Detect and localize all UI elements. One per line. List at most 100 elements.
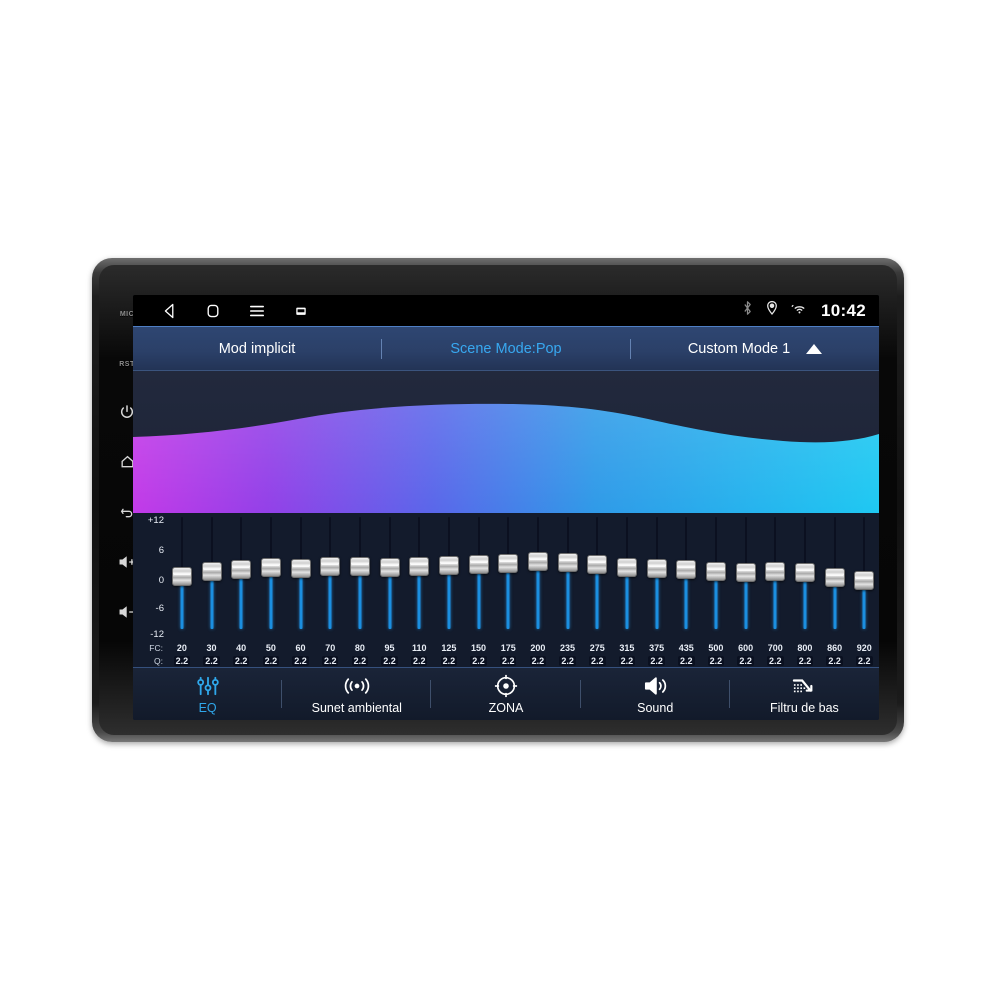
eq-band-thumb[interactable]	[646, 558, 667, 578]
bottom-nav-item-sound[interactable]: Sound	[581, 668, 730, 720]
eq-band-thumb[interactable]	[171, 566, 192, 586]
bottom-nav-label: ZONA	[488, 701, 524, 715]
q-cell[interactable]: 2.2	[493, 655, 523, 666]
mode-custom[interactable]: Custom Mode 1	[631, 341, 879, 357]
eq-band[interactable]	[345, 513, 375, 641]
q-cell[interactable]: 2.2	[197, 655, 227, 666]
eq-band-thumb[interactable]	[735, 562, 756, 582]
q-cell[interactable]: 2.2	[701, 655, 731, 666]
eq-band-thumb[interactable]	[498, 553, 519, 573]
bottom-nav-item-eq[interactable]: EQ	[133, 668, 283, 720]
eq-band[interactable]	[849, 513, 879, 641]
q-cell[interactable]: 2.2	[582, 655, 612, 666]
q-cell[interactable]: 2.2	[820, 655, 850, 666]
q-cell[interactable]: 2.2	[553, 655, 583, 666]
fc-cell: 275	[589, 642, 605, 653]
eq-band[interactable]	[404, 513, 434, 641]
eq-band[interactable]	[701, 513, 731, 641]
eq-band-thumb[interactable]	[616, 558, 637, 578]
eq-band-thumb[interactable]	[587, 555, 608, 575]
eq-band-thumb[interactable]	[557, 552, 578, 572]
eq-band[interactable]	[731, 513, 761, 641]
eq-band-thumb[interactable]	[765, 562, 786, 582]
eq-band[interactable]	[434, 513, 464, 641]
eq-band-thumb[interactable]	[231, 559, 252, 579]
eq-band[interactable]	[167, 513, 197, 641]
eq-band[interactable]	[197, 513, 227, 641]
q-cell[interactable]: 2.2	[464, 655, 494, 666]
eq-band-thumb[interactable]	[854, 571, 875, 591]
eq-band-thumb[interactable]	[824, 567, 845, 587]
eq-band[interactable]	[375, 513, 405, 641]
q-cell[interactable]: 2.2	[790, 655, 820, 666]
eq-band[interactable]	[790, 513, 820, 641]
nav-buttons-group	[133, 295, 323, 326]
bottom-nav-item-filtru-de-bas[interactable]: Filtru de bas	[730, 668, 879, 720]
eq-band[interactable]	[671, 513, 701, 641]
eq-band-thumb[interactable]	[527, 551, 548, 571]
eq-band[interactable]	[493, 513, 523, 641]
q-cell[interactable]: 2.2	[760, 655, 790, 666]
q-value: 2.2	[262, 655, 280, 666]
q-value: 2.2	[588, 655, 606, 666]
q-cell[interactable]: 2.2	[404, 655, 434, 666]
status-clock: 10:42	[821, 300, 866, 320]
eq-band-thumb[interactable]	[705, 562, 726, 582]
mode-default[interactable]: Mod implicit	[133, 341, 381, 357]
q-cell[interactable]: 2.2	[849, 655, 879, 666]
eq-band[interactable]	[760, 513, 790, 641]
eq-band-thumb[interactable]	[794, 562, 815, 582]
eq-band[interactable]	[256, 513, 286, 641]
eq-band[interactable]	[315, 513, 345, 641]
q-cell[interactable]: 2.2	[731, 655, 761, 666]
q-value: 2.2	[678, 655, 695, 666]
q-cell[interactable]: 2.2	[434, 655, 464, 666]
zone-target-icon	[494, 674, 518, 698]
bottom-nav-label: Sunet ambiental	[311, 701, 402, 715]
eq-band[interactable]	[286, 513, 316, 641]
bottom-nav-item-sunet-ambiental[interactable]: Sunet ambiental	[282, 668, 432, 720]
q-cell[interactable]: 2.2	[345, 655, 375, 666]
q-cell[interactable]: 2.2	[315, 655, 345, 666]
eq-band-thumb[interactable]	[290, 558, 311, 578]
eq-band-thumb[interactable]	[409, 556, 430, 576]
eq-band[interactable]	[523, 513, 553, 641]
eq-band[interactable]	[464, 513, 494, 641]
screenshot-root: MIC RST 10:42 Mod implicit Scene Mode:Po…	[0, 0, 1000, 1000]
q-cell[interactable]: 2.2	[612, 655, 642, 666]
q-cell[interactable]: 2.2	[167, 655, 197, 666]
eq-band-thumb[interactable]	[320, 556, 341, 576]
eq-band[interactable]	[642, 513, 672, 641]
nav-menu-button[interactable]	[235, 295, 279, 326]
eq-band-thumb[interactable]	[438, 556, 459, 576]
q-cell[interactable]: 2.2	[523, 655, 553, 666]
q-cell[interactable]: 2.2	[286, 655, 316, 666]
nav-recent-apps-button[interactable]	[279, 295, 323, 326]
mode-scene[interactable]: Scene Mode:Pop	[382, 341, 630, 357]
eq-band[interactable]	[582, 513, 612, 641]
eq-band[interactable]	[820, 513, 850, 641]
nav-home-button[interactable]	[191, 295, 235, 326]
triangle-up-icon[interactable]	[806, 344, 823, 354]
fc-row: FC: 20 30 40 50 60 70 80 95 110 125 150 175 200 235 27…	[133, 641, 879, 654]
eq-band-thumb[interactable]	[676, 559, 697, 579]
q-cell[interactable]: 2.2	[226, 655, 256, 666]
eq-band-thumb[interactable]	[201, 562, 222, 582]
eq-band[interactable]	[612, 513, 642, 641]
nav-back-button[interactable]	[147, 295, 191, 326]
eq-band-thumb[interactable]	[260, 557, 281, 577]
eq-band[interactable]	[553, 513, 583, 641]
q-cell[interactable]: 2.2	[642, 655, 672, 666]
equalizer-icon	[195, 674, 221, 698]
bottom-nav-item-zona[interactable]: ZONA	[431, 668, 581, 720]
db-label-0: 0	[158, 575, 164, 586]
eq-band-thumb[interactable]	[468, 554, 489, 574]
equalizer-panel: +12 6 0 -6 -12 FC: 20 30 40 50 60 70 80 95 110 125 150…	[133, 513, 879, 667]
q-cell[interactable]: 2.2	[375, 655, 405, 666]
touchscreen[interactable]: 10:42 Mod implicit Scene Mode:Pop Custom…	[133, 295, 879, 720]
eq-band-thumb[interactable]	[349, 557, 370, 577]
q-cell[interactable]: 2.2	[256, 655, 286, 666]
q-cell[interactable]: 2.2	[671, 655, 701, 666]
eq-band[interactable]	[226, 513, 256, 641]
eq-band-thumb[interactable]	[379, 557, 400, 577]
